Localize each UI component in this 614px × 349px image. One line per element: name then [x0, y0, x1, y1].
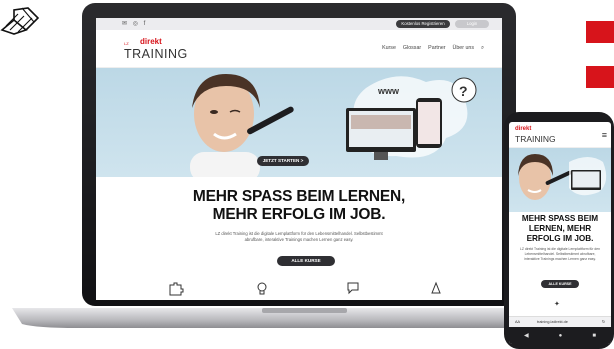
rocket-icon [431, 281, 441, 294]
login-button[interactable]: Login [455, 20, 489, 28]
phone-nav-bar: ◀ ● ■ [509, 327, 611, 344]
red-tag-middle [586, 66, 614, 88]
site-topbar: ✉ ◎ f Kostenlos Registrieren Login [96, 18, 502, 30]
nav-item-partner[interactable]: Partner [428, 45, 445, 52]
phone-brand-product[interactable]: TRAINING [515, 134, 556, 144]
headline-line-2: MEHR ERFOLG IM JOB. [212, 205, 386, 223]
svg-text:?: ? [459, 83, 468, 99]
phone-brand-name[interactable]: direkt [515, 126, 531, 132]
all-courses-button[interactable]: ALLE KURSE [277, 256, 335, 266]
laptop-screen: ✉ ◎ f Kostenlos Registrieren Login LZ di… [96, 18, 502, 300]
lightbulb-icon [257, 282, 267, 295]
phone-screen: direkt TRAINING ≡ MEHR SPASS BEIM LERNEN… [509, 122, 611, 344]
nav-item-ueber-uns[interactable]: Über uns [453, 45, 475, 52]
phone-headline: MEHR SPASS BEIM LERNEN, MEHR ERFOLG IM J… [509, 214, 611, 244]
search-icon[interactable]: ⌕ [481, 45, 484, 52]
feature-icons-row [169, 281, 441, 296]
phone-headline-line-1: MEHR SPASS BEIM [521, 214, 599, 223]
svg-text:www: www [377, 86, 400, 96]
phone-intro-text: LZ direkt Training ist die digitale Lern… [519, 247, 601, 261]
phone-all-courses-button[interactable]: ALLE KURSE [541, 280, 579, 288]
puzzle-icon [169, 282, 184, 296]
instagram-icon[interactable]: ◎ [133, 21, 140, 27]
mail-icon[interactable]: ✉ [122, 21, 129, 27]
facebook-icon[interactable]: f [144, 21, 148, 27]
hamburger-menu-icon[interactable]: ≡ [602, 130, 607, 140]
brand-prefix: LZ [124, 41, 129, 46]
back-icon[interactable]: ◀ [524, 332, 529, 339]
main-nav: Kurse Glossar Partner Über uns ⌕ [382, 45, 484, 52]
social-icons: ✉ ◎ f [122, 20, 147, 27]
red-tag-top [586, 21, 614, 43]
phone-headline-line-3: ERFOLG IM JOB. [526, 234, 594, 243]
register-button[interactable]: Kostenlos Registrieren [396, 20, 450, 28]
phone-header: direkt TRAINING ≡ [509, 122, 611, 148]
headline-line-1: MEHR SPASS BEIM LERNEN, [192, 188, 406, 205]
page-headline: MEHR SPASS BEIM LERNEN, MEHR ERFOLG IM J… [96, 188, 502, 223]
nav-item-kurse[interactable]: Kurse [382, 45, 396, 52]
phone-headline-line-2: LERNEN, MEHR [528, 224, 592, 233]
brand-product[interactable]: TRAINING [124, 47, 188, 61]
nav-item-glossar[interactable]: Glossar [403, 45, 421, 52]
site-header: LZ direkt TRAINING Kurse Glossar Partner… [96, 30, 502, 68]
phone-hero-illustration [518, 154, 607, 200]
phone-url-bar[interactable]: AA training.lzdirekt.de ↻ [509, 316, 611, 327]
home-icon[interactable]: ● [559, 333, 563, 339]
phone-puzzle-icon: ✦ [554, 301, 560, 308]
hero-banner: www ? JETZT STARTEN > [96, 68, 502, 177]
recent-apps-icon[interactable]: ■ [592, 333, 596, 339]
start-now-button[interactable]: JETZT STARTEN > [257, 156, 309, 166]
cube-logo-icon [0, 7, 40, 35]
intro-text: LZ direkt Training ist die digitale Lern… [215, 231, 383, 242]
chat-icon [347, 282, 359, 295]
brand-name[interactable]: direkt [140, 37, 162, 46]
phone-hero-banner [509, 148, 611, 212]
